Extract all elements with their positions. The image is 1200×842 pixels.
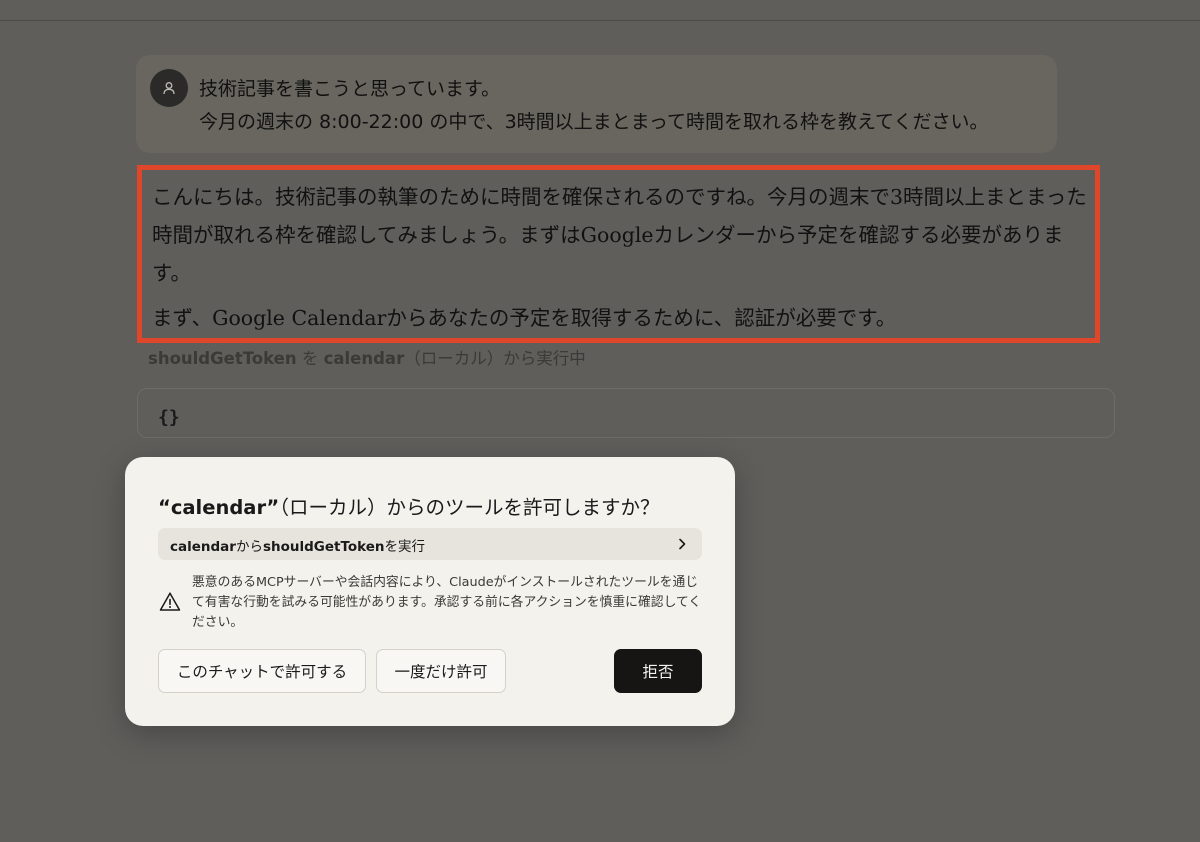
tool-input-json: {} [158,407,180,428]
allow-once-button[interactable]: 一度だけ許可 [376,649,506,693]
tool-details-row[interactable]: calendarからshouldGetTokenを実行 [158,528,702,560]
dialog-title-server: “calendar” [158,496,280,519]
user-avatar [150,69,188,107]
tool-status-tool-name: shouldGetToken [148,349,297,368]
user-icon [163,82,175,95]
tool-details-server: calendar [170,539,236,555]
tool-status-connector: を [296,349,324,368]
dialog-title-rest: （ローカル）からのツールを許可しますか？ [279,496,660,519]
tool-details-connector: から [235,539,263,555]
user-message: 技術記事を書こうと思っています。 今月の週末の 8:00-22:00 の中で、3… [136,55,1057,153]
warning-text: 悪意のあるMCPサーバーや会話内容により、Claudeがインストールされたツール… [192,575,702,630]
assistant-paragraph-2: まず、Google Calendarからあなたの予定を取得するために、認証が必要… [152,306,897,330]
tool-input-box[interactable]: {} [137,388,1115,438]
permission-dialog: “calendar”（ローカル）からのツールを許可しますか？ calendarか… [125,457,735,726]
dialog-title: “calendar”（ローカル）からのツールを許可しますか？ [158,491,660,520]
tool-details-tool: shouldGetToken [262,539,385,555]
allow-for-chat-button[interactable]: このチャットで許可する [158,649,366,693]
user-message-line2: 今月の週末の 8:00-22:00 の中で、3時間以上まとまって時間を取れる枠を… [199,111,989,133]
warning-notice: 悪意のあるMCPサーバーや会話内容により、Claudeがインストールされたツール… [158,573,702,633]
user-message-line1: 技術記事を書こうと思っています。 [199,78,501,100]
tool-details-label: calendarからshouldGetTokenを実行 [170,535,425,555]
tool-status-suffix: （ローカル）から実行中 [404,349,586,368]
assistant-paragraph-1: こんにちは。技術記事の執筆のために時間を確保されるのですね。今月の週末で3時間以… [152,185,1087,285]
deny-button[interactable]: 拒否 [614,649,702,693]
tool-details-suffix: を実行 [384,539,426,555]
assistant-message-highlight: こんにちは。技術記事の執筆のために時間を確保されるのですね。今月の週末で3時間以… [137,165,1100,343]
user-message-text: 技術記事を書こうと思っています。 今月の週末の 8:00-22:00 の中で、3… [199,73,988,139]
warning-triangle-icon [159,592,181,611]
top-divider [0,20,1200,21]
chevron-right-icon [679,538,686,550]
tool-status-server-name: calendar [323,349,405,368]
tool-status: shouldGetToken を calendar（ローカル）から実行中 [148,347,586,371]
